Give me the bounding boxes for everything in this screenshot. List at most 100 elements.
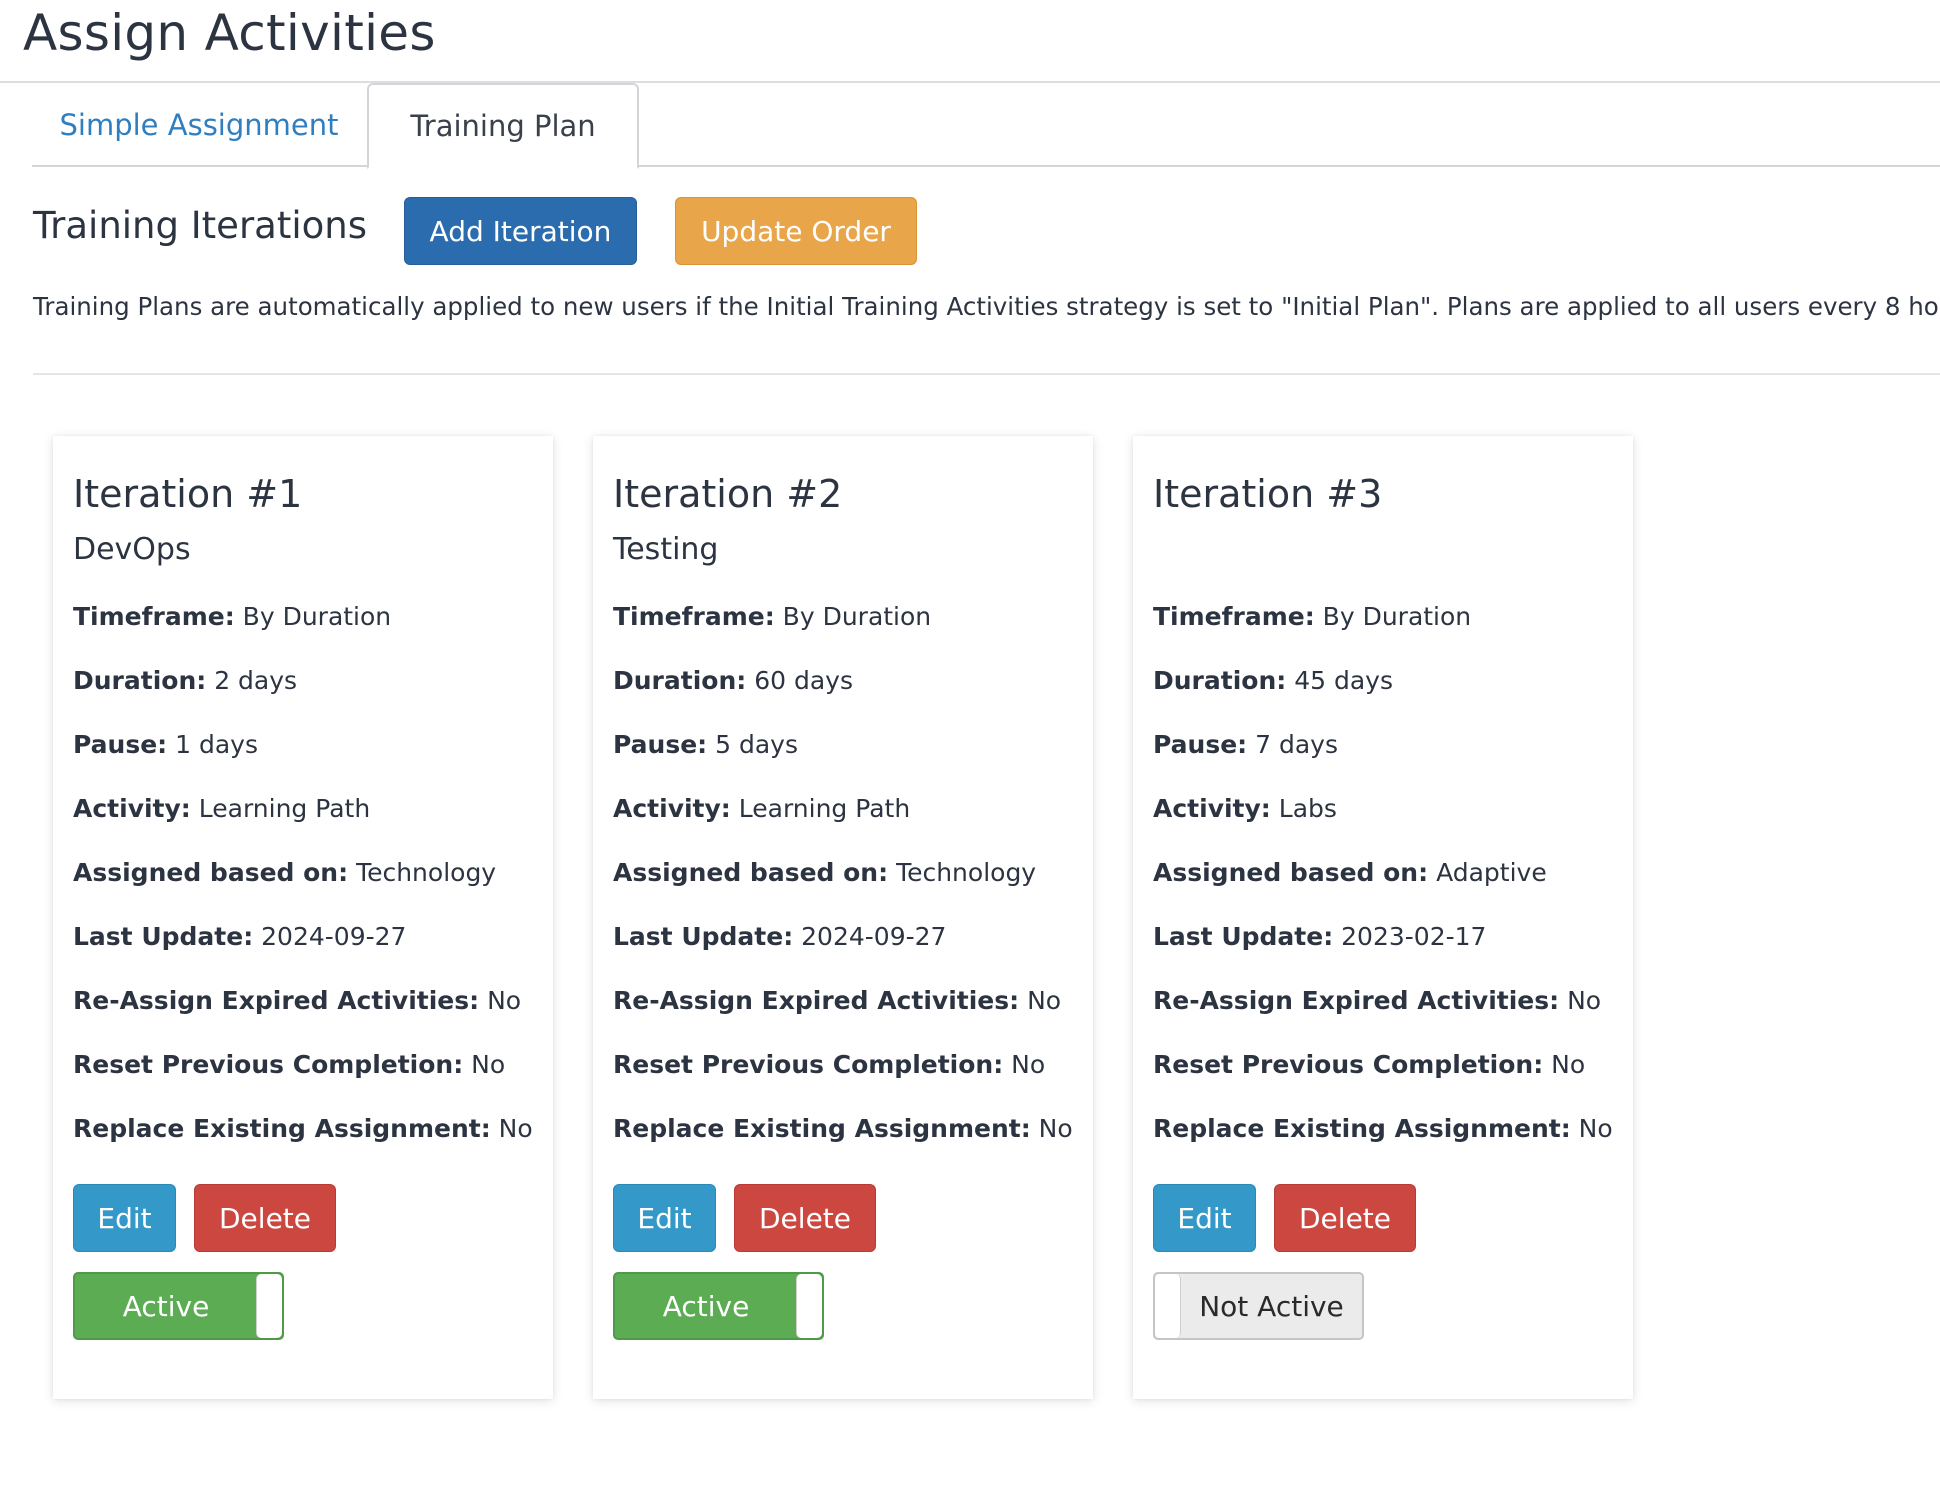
field-label: Last Update: (73, 922, 254, 951)
field-pause: Pause: 1 days (73, 730, 258, 759)
field-label: Activity: (613, 794, 731, 823)
field-value: Learning Path (198, 794, 371, 823)
field-label: Duration: (1153, 666, 1287, 695)
field-value: No (1027, 986, 1062, 1015)
field-value: Technology (356, 858, 497, 887)
field-value: No (471, 1050, 506, 1079)
field-label: Reset Previous Completion: (73, 1050, 464, 1079)
active-toggle[interactable]: Active (73, 1272, 284, 1340)
field-label: Duration: (73, 666, 207, 695)
info-text: Training Plans are automatically applied… (33, 292, 1940, 321)
iteration-title: Iteration #2 (613, 472, 843, 516)
field-value: Labs (1278, 794, 1337, 823)
field-value: By Duration (1322, 602, 1472, 631)
field-assigned-based-on: Assigned based on: Technology (613, 858, 1036, 887)
field-label: Re-Assign Expired Activities: (613, 986, 1020, 1015)
field-value: 2023-02-17 (1341, 922, 1487, 951)
field-value: 2 days (214, 666, 298, 695)
field-value: By Duration (242, 602, 392, 631)
field-label: Reset Previous Completion: (1153, 1050, 1544, 1079)
field-value: No (1551, 1050, 1586, 1079)
field-label: Timeframe: (1153, 602, 1315, 631)
field-value: 2024-09-27 (261, 922, 407, 951)
field-label: Activity: (73, 794, 191, 823)
field-label: Timeframe: (73, 602, 235, 631)
field-assigned-based-on: Assigned based on: Adaptive (1153, 858, 1547, 887)
field-reset-previous: Reset Previous Completion: No (73, 1050, 505, 1079)
field-reassign-expired: Re-Assign Expired Activities: No (1153, 986, 1601, 1015)
field-label: Duration: (613, 666, 747, 695)
iteration-title: Iteration #3 (1153, 472, 1383, 516)
iteration-card-3: Iteration #3 Timeframe: By Duration Dura… (1133, 436, 1633, 1399)
field-label: Last Update: (613, 922, 794, 951)
field-value: No (1578, 1114, 1613, 1143)
field-reset-previous: Reset Previous Completion: No (613, 1050, 1045, 1079)
field-value: 2024-09-27 (801, 922, 947, 951)
field-last-update: Last Update: 2024-09-27 (73, 922, 406, 951)
delete-button[interactable]: Delete (1274, 1184, 1416, 1252)
active-toggle[interactable]: Not Active (1153, 1272, 1364, 1340)
field-duration: Duration: 2 days (73, 666, 297, 695)
field-timeframe: Timeframe: By Duration (613, 602, 931, 631)
field-assigned-based-on: Assigned based on: Technology (73, 858, 496, 887)
field-duration: Duration: 60 days (613, 666, 853, 695)
field-activity: Activity: Learning Path (613, 794, 910, 823)
field-timeframe: Timeframe: By Duration (1153, 602, 1471, 631)
toggle-label: Active (662, 1289, 750, 1323)
field-duration: Duration: 45 days (1153, 666, 1393, 695)
field-value: No (498, 1114, 533, 1143)
field-label: Assigned based on: (73, 858, 349, 887)
field-value: 1 days (175, 730, 258, 759)
field-value: 7 days (1255, 730, 1338, 759)
toggle-knob (796, 1274, 822, 1338)
field-timeframe: Timeframe: By Duration (73, 602, 391, 631)
toggle-label: Active (122, 1289, 210, 1323)
field-replace-existing: Replace Existing Assignment: No (1153, 1114, 1613, 1143)
edit-button[interactable]: Edit (613, 1184, 716, 1252)
field-value: No (1011, 1050, 1046, 1079)
field-value: No (1567, 986, 1602, 1015)
page-title: Assign Activities (23, 4, 436, 62)
field-value: 60 days (754, 666, 853, 695)
iteration-card-1: Iteration #1 DevOps Timeframe: By Durati… (53, 436, 553, 1399)
field-pause: Pause: 5 days (613, 730, 798, 759)
field-label: Assigned based on: (613, 858, 889, 887)
field-label: Re-Assign Expired Activities: (73, 986, 480, 1015)
tab-bar: Simple Assignment Training Plan (32, 83, 1940, 169)
toggle-label: Not Active (1199, 1289, 1344, 1323)
add-iteration-button[interactable]: Add Iteration (404, 197, 637, 265)
field-value: No (487, 986, 522, 1015)
toggle-knob (1155, 1274, 1181, 1338)
edit-button[interactable]: Edit (1153, 1184, 1256, 1252)
field-replace-existing: Replace Existing Assignment: No (613, 1114, 1073, 1143)
field-reset-previous: Reset Previous Completion: No (1153, 1050, 1585, 1079)
iteration-name: DevOps (73, 532, 191, 567)
edit-button[interactable]: Edit (73, 1184, 176, 1252)
field-label: Activity: (1153, 794, 1271, 823)
section-divider (33, 373, 1940, 375)
iteration-name: Testing (613, 532, 719, 567)
tab-training-plan[interactable]: Training Plan (367, 83, 639, 169)
field-value: 45 days (1294, 666, 1393, 695)
field-label: Reset Previous Completion: (613, 1050, 1004, 1079)
field-label: Pause: (1153, 730, 1248, 759)
field-last-update: Last Update: 2023-02-17 (1153, 922, 1486, 951)
field-value: Adaptive (1436, 858, 1547, 887)
tab-simple-assignment[interactable]: Simple Assignment (32, 83, 366, 167)
delete-button[interactable]: Delete (194, 1184, 336, 1252)
toggle-knob (256, 1274, 282, 1338)
field-reassign-expired: Re-Assign Expired Activities: No (613, 986, 1061, 1015)
field-activity: Activity: Learning Path (73, 794, 370, 823)
delete-button[interactable]: Delete (734, 1184, 876, 1252)
field-pause: Pause: 7 days (1153, 730, 1338, 759)
field-label: Pause: (613, 730, 708, 759)
field-label: Last Update: (1153, 922, 1334, 951)
field-label: Replace Existing Assignment: (1153, 1114, 1571, 1143)
field-replace-existing: Replace Existing Assignment: No (73, 1114, 533, 1143)
field-reassign-expired: Re-Assign Expired Activities: No (73, 986, 521, 1015)
field-value: 5 days (715, 730, 798, 759)
active-toggle[interactable]: Active (613, 1272, 824, 1340)
field-value: No (1038, 1114, 1073, 1143)
update-order-button[interactable]: Update Order (675, 197, 917, 265)
field-activity: Activity: Labs (1153, 794, 1337, 823)
